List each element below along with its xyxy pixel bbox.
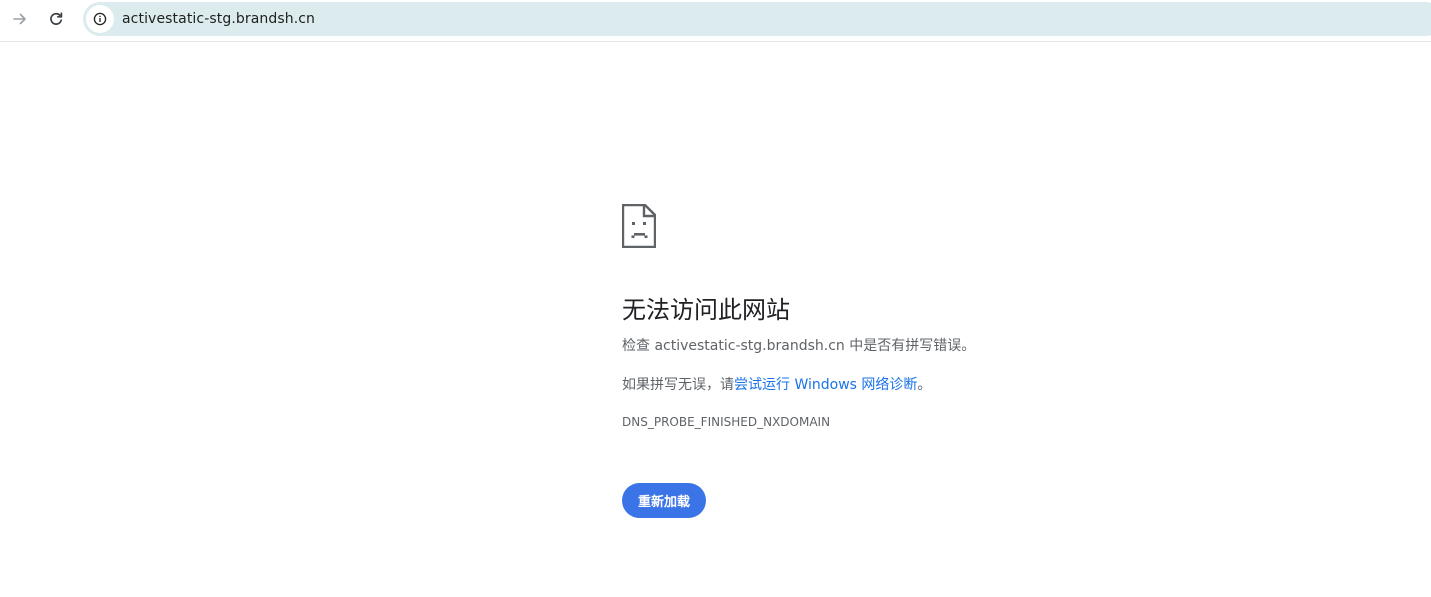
reload-button[interactable]: 重新加载 (622, 483, 707, 518)
error-page: 无法访问此网站 检查 activestatic-stg.brandsh.cn 中… (622, 204, 1222, 518)
check-domain: activestatic-stg.brandsh.cn (654, 338, 845, 354)
sad-document-icon (622, 204, 656, 248)
forward-button[interactable] (5, 4, 35, 34)
arrow-right-icon (13, 13, 26, 25)
check-suffix: 中是否有拼写错误。 (844, 338, 976, 354)
spelling-check-message: 检查 activestatic-stg.brandsh.cn 中是否有拼写错误。 (622, 336, 1222, 356)
error-title: 无法访问此网站 (622, 296, 790, 324)
browser-toolbar: activestatic-stg.brandsh.cn (0, 0, 1431, 42)
reload-toolbar-button[interactable] (41, 4, 71, 34)
url-text[interactable]: activestatic-stg.brandsh.cn (122, 11, 315, 27)
reload-icon (50, 12, 63, 25)
diagnostics-suggestion: 如果拼写无误，请尝试运行 Windows 网络诊断。 (622, 375, 1222, 395)
address-bar[interactable]: activestatic-stg.brandsh.cn (83, 2, 1431, 36)
site-info-button[interactable] (86, 5, 114, 33)
suggest-prefix: 如果拼写无误，请 (622, 377, 734, 393)
error-code: DNS_PROBE_FINISHED_NXDOMAIN (622, 415, 831, 429)
info-icon (93, 12, 107, 26)
network-diagnostics-link[interactable]: 尝试运行 Windows 网络诊断 (734, 377, 917, 393)
check-prefix: 检查 (622, 338, 655, 354)
suggest-suffix: 。 (917, 377, 932, 393)
